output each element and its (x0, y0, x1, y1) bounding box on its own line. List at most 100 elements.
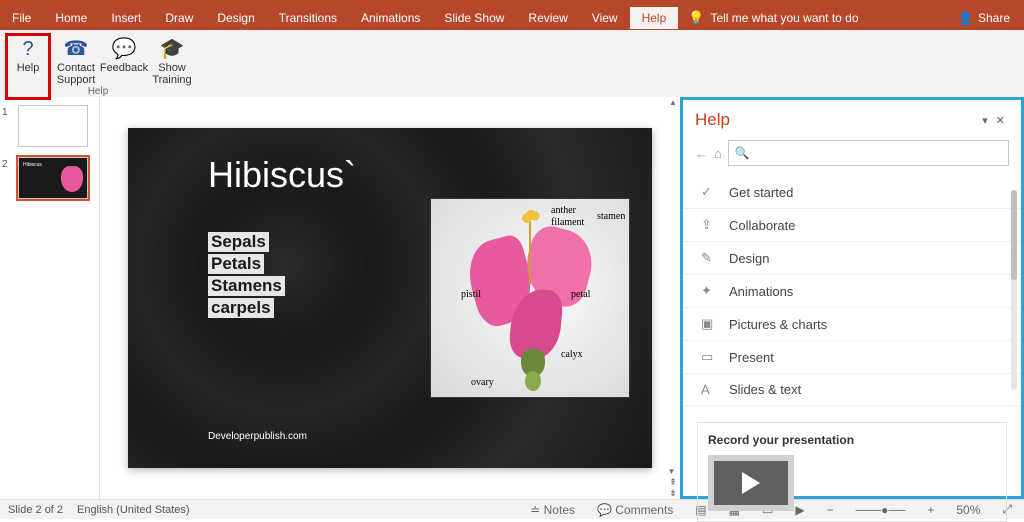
bullet-1: Sepals (208, 232, 269, 252)
help-nav: ← ⌂ 🔍 (683, 136, 1021, 170)
help-featured-title: Record your presentation (708, 433, 996, 447)
bullet-2: Petals (208, 254, 264, 274)
training-icon: 🎓 (160, 36, 185, 62)
label-calyx: calyx (561, 349, 583, 360)
ovary-shape (525, 371, 541, 391)
slide-title[interactable]: Hibiscus` (208, 154, 356, 196)
bullet-4: carpels (208, 298, 274, 318)
help-pane-title: Help (695, 110, 978, 130)
share-button[interactable]: 👤 Share (944, 7, 1024, 29)
help-back-icon[interactable]: ← (695, 146, 708, 161)
contact-support-label: Contact Support (54, 62, 98, 86)
slide-credit: Developerpublish.com (208, 431, 307, 442)
help-pane-close-icon[interactable]: ✕ (992, 114, 1009, 127)
help-scrollbar[interactable] (1011, 190, 1017, 390)
help-pane: Help ▾ ✕ ← ⌂ 🔍 ✓Get started ⇪ Collaborate… (680, 97, 1024, 499)
thumb-text: Hibiscus (23, 162, 42, 168)
help-search[interactable]: 🔍 (728, 140, 1009, 166)
notes-button[interactable]: ≐ Notes (526, 503, 579, 517)
text-icon: A (701, 382, 717, 397)
thumbnail-number: 1 (2, 107, 8, 118)
help-search-input[interactable] (756, 146, 1002, 160)
help-button[interactable]: ? Help (6, 34, 50, 99)
headset-icon: ☎ (64, 36, 89, 62)
bullet-3: Stamens (208, 276, 285, 296)
help-button-label: Help (17, 62, 40, 74)
tab-help[interactable]: Help (630, 7, 679, 29)
sparkle-icon: ✦ (701, 283, 717, 299)
language-indicator[interactable]: English (United States) (77, 504, 190, 516)
show-training-button[interactable]: 🎓 Show Training (150, 34, 194, 99)
thumbnail-number: 2 (2, 159, 8, 170)
show-training-label: Show Training (150, 62, 194, 86)
thumbnail-panel: 1 2 Hibiscus (0, 97, 100, 499)
help-item-collaborate[interactable]: ⇪ Collaborate (683, 209, 1021, 242)
slide-scrollbar[interactable]: ▴ ▾⇞⇟ (666, 97, 680, 499)
lightbulb-icon: 💡 (688, 10, 704, 26)
tab-review[interactable]: Review (516, 7, 579, 29)
anther-shape (521, 204, 541, 224)
share-icon: ⇪ (701, 217, 717, 233)
tab-view[interactable]: View (580, 7, 630, 29)
scrollbar-handle[interactable] (1011, 190, 1017, 280)
thumbnail-preview (18, 105, 88, 147)
help-item-animations[interactable]: ✦ Animations (683, 275, 1021, 308)
help-item-present[interactable]: ▭ Present (683, 341, 1021, 374)
tab-insert[interactable]: Insert (99, 7, 153, 29)
tab-slideshow[interactable]: Slide Show (432, 7, 516, 29)
help-item-pictures[interactable]: ▣ Pictures & charts (683, 308, 1021, 341)
help-featured-card[interactable]: Record your presentation (697, 422, 1007, 522)
help-item-label: Collaborate (729, 218, 796, 233)
scroll-up-icon[interactable]: ▴ (671, 97, 676, 108)
tab-animations[interactable]: Animations (349, 7, 432, 29)
thumbnail-1[interactable]: 1 (6, 105, 93, 147)
share-icon: 👤 (958, 11, 973, 25)
label-ovary: ovary (471, 377, 494, 388)
ribbon-help-group: ? Help ☎ Contact Support 💬 Feedback 🎓 Sh… (0, 30, 1024, 100)
help-item-label: Pictures & charts (729, 317, 827, 332)
share-label: Share (978, 11, 1010, 25)
help-item-label: Present (729, 350, 774, 365)
tab-home[interactable]: Home (43, 7, 99, 29)
thumbnail-2[interactable]: 2 Hibiscus (6, 157, 93, 199)
play-icon (742, 472, 760, 494)
slide-indicator[interactable]: Slide 2 of 2 (8, 504, 63, 516)
scroll-down-icon[interactable]: ▾⇞⇟ (669, 466, 677, 499)
feedback-label: Feedback (100, 62, 148, 74)
search-icon: 🔍 (735, 146, 750, 160)
slide-editor[interactable]: Hibiscus` Sepals Petals Stamens carpels … (100, 97, 680, 499)
help-category-list: ✓Get started ⇪ Collaborate ✎Design ✦ Anima… (683, 170, 1021, 412)
tell-me-search[interactable]: 💡 Tell me what you want to do (678, 10, 868, 26)
feedback-icon: 💬 (112, 36, 137, 62)
label-pistil: pistil (461, 289, 481, 300)
help-pane-options-icon[interactable]: ▾ (978, 114, 992, 127)
screen-icon: ▭ (701, 349, 717, 365)
stamen-shape (529, 214, 531, 284)
image-icon: ▣ (701, 316, 717, 332)
help-item-label: Slides & text (729, 382, 801, 397)
tab-file[interactable]: File (0, 7, 43, 29)
slide-canvas[interactable]: Hibiscus` Sepals Petals Stamens carpels … (128, 128, 652, 468)
thumb-flower-icon (61, 166, 83, 192)
help-item-label: Get started (729, 185, 793, 200)
slide-bullets[interactable]: Sepals Petals Stamens carpels (208, 232, 285, 320)
thumbnail-preview: Hibiscus (18, 157, 88, 199)
feedback-button[interactable]: 💬 Feedback (102, 34, 146, 99)
help-item-slides-text[interactable]: A Slides & text (683, 374, 1021, 406)
help-item-get-started[interactable]: ✓Get started (683, 176, 1021, 209)
help-item-label: Animations (729, 284, 793, 299)
tab-design[interactable]: Design (205, 7, 266, 29)
help-icon: ? (22, 36, 33, 62)
tab-draw[interactable]: Draw (153, 7, 205, 29)
tell-me-label: Tell me what you want to do (710, 11, 858, 25)
workspace: 1 2 Hibiscus Hibiscus` Sepals Petals Sta… (0, 97, 1024, 499)
help-home-icon[interactable]: ⌂ (714, 146, 722, 161)
label-petal: petal (571, 289, 590, 300)
tab-transitions[interactable]: Transitions (267, 7, 349, 29)
flower-diagram[interactable]: anther filament stamen pistil petal caly… (430, 198, 630, 398)
video-thumbnail[interactable] (708, 455, 794, 511)
label-stamen: stamen (597, 211, 625, 222)
comments-button[interactable]: 💬 Comments (593, 503, 677, 517)
help-item-label: Design (729, 251, 769, 266)
help-item-design[interactable]: ✎Design (683, 242, 1021, 275)
